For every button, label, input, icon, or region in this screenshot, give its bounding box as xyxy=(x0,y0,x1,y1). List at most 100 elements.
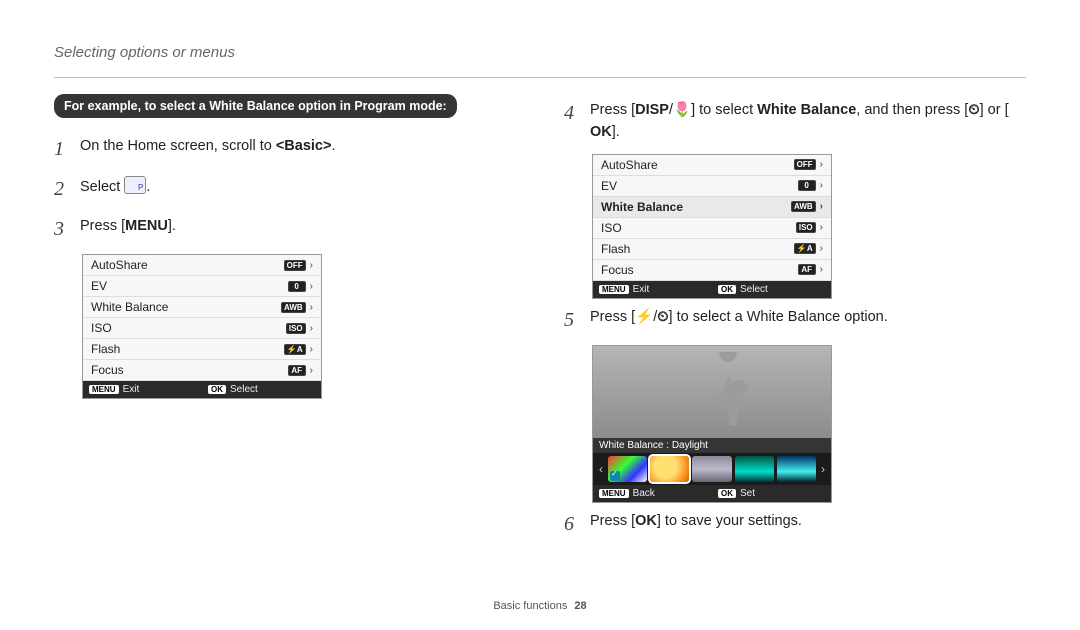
step-number: 6 xyxy=(564,509,580,539)
menu-row-value: OFF xyxy=(284,260,306,271)
segment: DISP xyxy=(635,100,669,122)
menu-row-value: AF xyxy=(288,365,306,376)
wb-option-daylight xyxy=(650,456,689,482)
menu-row-label: EV xyxy=(601,179,617,193)
disp-button-label: DISP xyxy=(635,100,669,122)
preview-image xyxy=(593,346,831,438)
menu-row-value: ⚡A xyxy=(794,243,816,254)
chevron-right-icon: › xyxy=(310,281,313,292)
footer-text: Set xyxy=(740,488,755,499)
menu-row-value: 0 xyxy=(288,281,306,292)
basic-mode: <Basic> xyxy=(276,138,332,154)
menu-row-value: OFF xyxy=(794,159,816,170)
footer-text: Exit xyxy=(633,284,650,295)
scroll-left-icon: ‹ xyxy=(597,462,605,476)
step-text: Press [OK] to save your settings. xyxy=(590,509,802,533)
segment: 🌷 xyxy=(673,100,691,122)
chevron-right-icon: › xyxy=(820,201,823,212)
scroll-right-icon: › xyxy=(819,462,827,476)
menu-row-white-balance-selected: White Balance AWB› xyxy=(593,197,831,218)
wb-preview-screenshot: White Balance : Daylight ‹ › MENU Back OK… xyxy=(592,345,832,503)
segment: ⏲ xyxy=(657,307,668,329)
segment: OK xyxy=(590,122,612,144)
step-number: 1 xyxy=(54,134,70,164)
ok-tag: OK xyxy=(718,489,736,498)
menu-row-ev: EV 0 › xyxy=(83,276,321,297)
segment: ] to save your settings. xyxy=(657,513,802,529)
check-icon xyxy=(610,471,620,481)
segment: ⚡ xyxy=(635,307,653,329)
step-6: 6 Press [OK] to save your settings. xyxy=(564,509,1026,539)
camera-menu-footer: MENUExit OKSelect xyxy=(83,381,321,398)
menu-row-flash: Flash ⚡A› xyxy=(593,239,831,260)
flash-button-icon: ⚡ xyxy=(635,307,653,329)
segment: MENU xyxy=(125,216,168,238)
menu-row-label: ISO xyxy=(91,321,112,335)
example-intro: For example, to select a White Balance o… xyxy=(54,94,457,118)
step-5: 5 Press [⚡/⏲] to select a White Balance … xyxy=(564,305,1026,335)
segment: ] to select xyxy=(691,102,757,118)
step-text: Press [DISP/🌷] to select White Balance, … xyxy=(590,98,1026,144)
menu-row-flash: Flash ⚡A› xyxy=(83,339,321,360)
footer-text: Select xyxy=(740,284,768,295)
wb-option-fluorescent-h xyxy=(735,456,774,482)
header-divider xyxy=(54,77,1026,78)
ok-button-label: OK xyxy=(635,511,657,533)
timer-button-icon: ⏲ xyxy=(657,307,668,329)
ok-button-label: OK xyxy=(590,122,612,144)
step-1: 1 On the Home screen, scroll to <Basic>. xyxy=(54,134,516,164)
step-2: 2 Select . xyxy=(54,174,516,204)
footer-text: Exit xyxy=(123,384,140,395)
menu-row-autoshare: AutoShare OFF › xyxy=(83,255,321,276)
menu-row-focus: Focus AF › xyxy=(593,260,831,281)
page-header: Selecting options or menus xyxy=(0,0,1080,73)
menu-button-label: MENU xyxy=(125,216,168,238)
segment: Press [ xyxy=(80,218,125,234)
menu-row-value: ISO xyxy=(796,222,816,233)
chevron-right-icon: › xyxy=(820,159,823,170)
menu-tag: MENU xyxy=(599,489,629,498)
menu-row-label: Flash xyxy=(601,242,630,256)
menu-row-value: AF xyxy=(798,264,816,275)
chevron-right-icon: › xyxy=(310,260,313,271)
footer-text: Select xyxy=(230,384,258,395)
wb-option-fluorescent-l xyxy=(777,456,816,482)
ok-tag: OK xyxy=(718,285,736,294)
segment: ] or [ xyxy=(980,102,1009,118)
segment: ]. xyxy=(168,218,176,234)
step-3: 3 Press [MENU]. xyxy=(54,214,516,244)
menu-row-value: ISO xyxy=(286,323,306,334)
menu-row-label: Focus xyxy=(601,263,634,277)
segment: . xyxy=(331,138,335,154)
program-mode-icon xyxy=(124,176,146,194)
chevron-right-icon: › xyxy=(310,302,313,313)
step-text: On the Home screen, scroll to <Basic>. xyxy=(80,134,336,158)
menu-row-value: AWB xyxy=(281,302,306,313)
segment: . xyxy=(146,179,150,195)
menu-row-value: ⚡A xyxy=(284,344,306,355)
wb-option-auto xyxy=(608,456,647,482)
segment: Select xyxy=(80,179,124,195)
segment: Press [ xyxy=(590,513,635,529)
chevron-right-icon: › xyxy=(820,264,823,275)
step-number: 4 xyxy=(564,98,580,128)
timer-button-icon: ⏲ xyxy=(968,100,979,122)
step-number: 5 xyxy=(564,305,580,335)
step-text: Select . xyxy=(80,174,150,199)
segment: On the Home screen, scroll to xyxy=(80,138,276,154)
wb-mode-label: White Balance : Daylight xyxy=(593,438,831,453)
macro-button-icon: 🌷 xyxy=(673,100,691,122)
menu-row-label: EV xyxy=(91,279,107,293)
chevron-right-icon: › xyxy=(310,365,313,376)
section-name: Basic functions xyxy=(493,600,567,612)
segment: ] to select a White Balance option. xyxy=(669,309,888,325)
page-number: 28 xyxy=(574,600,586,612)
footer-text: Back xyxy=(633,488,655,499)
white-balance-label: White Balance xyxy=(757,102,856,118)
menu-row-ev: EV 0› xyxy=(593,176,831,197)
menu-row-label: AutoShare xyxy=(91,258,148,272)
menu-row-focus: Focus AF› xyxy=(83,360,321,381)
menu-row-iso: ISO ISO› xyxy=(593,218,831,239)
menu-row-iso: ISO ISO› xyxy=(83,318,321,339)
menu-row-label: Flash xyxy=(91,342,120,356)
